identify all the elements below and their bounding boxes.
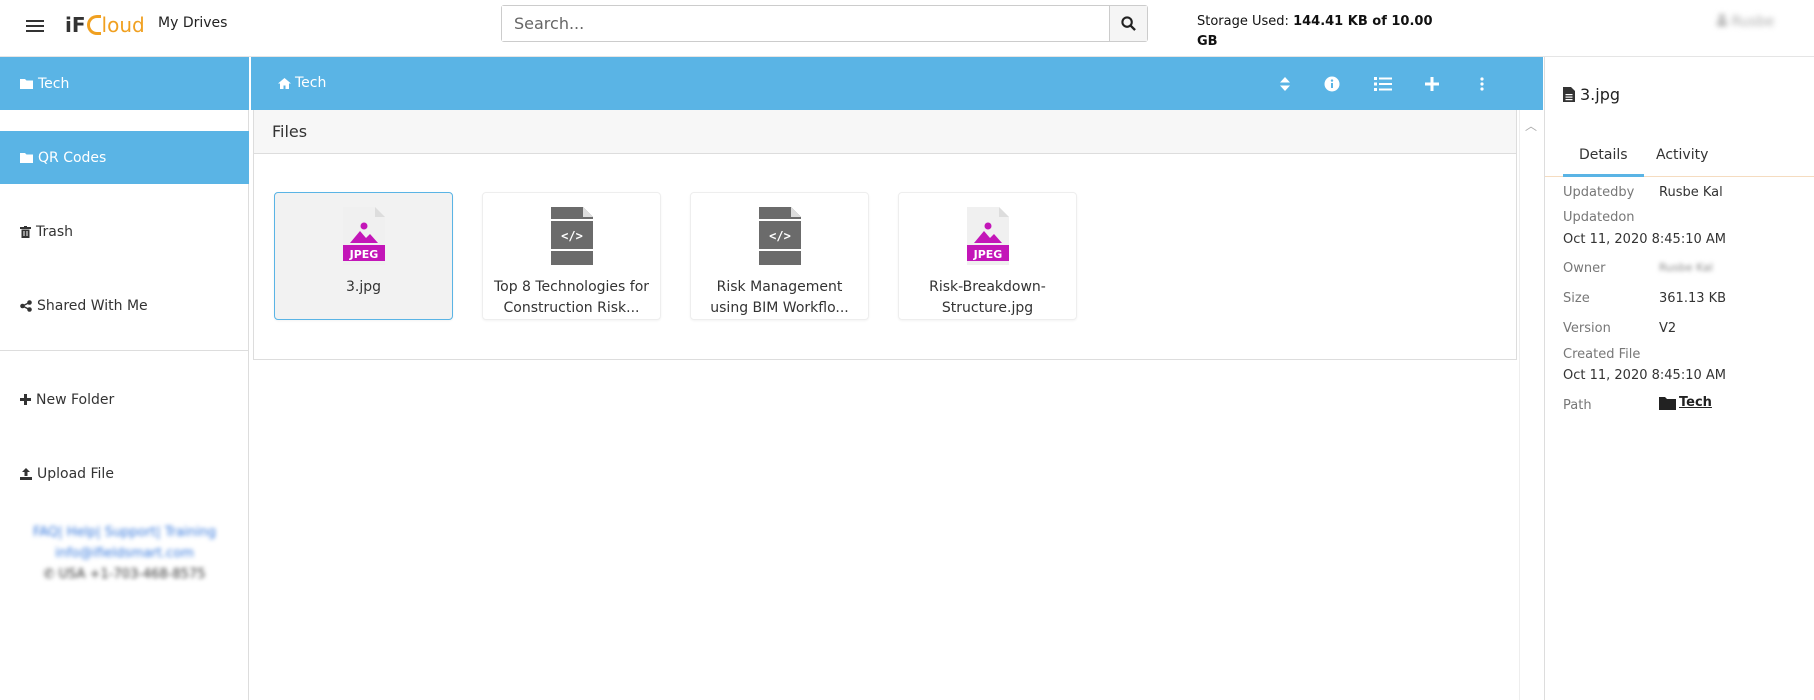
svg-text:</>: </> (769, 229, 791, 243)
search-button[interactable] (1109, 6, 1147, 41)
sort-icon[interactable] (1275, 74, 1295, 94)
support-email[interactable]: info@ifieldsmart.com (0, 543, 249, 564)
upload-icon (20, 467, 32, 480)
folder-icon (20, 153, 33, 163)
details-panel: 3.jpg Details Activity Updatedby Rusbe K… (1544, 57, 1814, 700)
details-title: 3.jpg (1563, 85, 1620, 104)
list-view-icon[interactable] (1373, 74, 1393, 94)
file-name: Risk Management using BIM Workflo... (710, 279, 849, 316)
file-tile[interactable]: JPEG 3.jpg (274, 192, 453, 320)
jpeg-file-icon: JPEG (966, 207, 1009, 265)
scrollbar[interactable] (1519, 110, 1543, 700)
file-icon (1563, 87, 1575, 102)
folder-icon (20, 79, 33, 89)
top-bar: iFloud My Drives Storage Used: 144.41 KB… (0, 0, 1814, 57)
breadcrumb[interactable]: Tech (278, 75, 326, 91)
tab-activity[interactable]: Activity (1640, 137, 1724, 177)
file-tile[interactable]: </> Risk Management using BIM Workflo... (690, 192, 869, 320)
upload-file-button[interactable]: Upload File (0, 447, 249, 500)
menu-icon[interactable] (26, 20, 44, 34)
storage-indicator: Storage Used: 144.41 KB of 10.00 GB (1197, 14, 1433, 49)
svg-text:</>: </> (561, 229, 583, 243)
sidebar-footer: FAQ| Help| Support| Training info@ifield… (0, 522, 249, 585)
sidebar-item-qr-codes[interactable]: QR Codes (0, 131, 249, 184)
help-links[interactable]: FAQ| Help| Support| Training (0, 522, 249, 543)
file-tile[interactable]: JPEG Risk-Breakdown-Structure.jpg (898, 192, 1077, 320)
user-menu[interactable]: Rusbe (1717, 14, 1774, 30)
jpeg-file-icon: JPEG (342, 207, 385, 265)
file-name: Risk-Breakdown-Structure.jpg (929, 279, 1046, 316)
phone-icon: ✆ (43, 567, 59, 582)
main-content: Tech Files ︿ JPEG 3.jpg </> Top 8 Techno… (251, 57, 1543, 700)
search-box (501, 5, 1148, 42)
path-link[interactable]: Tech (1659, 395, 1712, 410)
code-file-icon: </> (758, 207, 801, 265)
new-folder-button[interactable]: New Folder (0, 373, 249, 426)
sidebar-item-trash[interactable]: Trash (0, 205, 249, 258)
sidebar-item-shared[interactable]: Shared With Me (0, 279, 249, 332)
support-phone: ✆ USA +1-703-468-8575 (43, 567, 206, 582)
code-file-icon: </> (550, 207, 593, 265)
info-icon[interactable] (1322, 74, 1342, 94)
folder-icon (1659, 396, 1676, 410)
sidebar-divider (0, 350, 249, 351)
user-icon (1717, 14, 1727, 26)
trash-icon (20, 225, 31, 238)
home-icon (278, 77, 291, 89)
logo[interactable]: iF loud (65, 12, 145, 38)
files-section-title: Files (254, 110, 1516, 154)
scroll-up-icon[interactable]: ︿ (1525, 117, 1537, 134)
sidebar-item-tech[interactable]: Tech (0, 57, 249, 110)
search-icon (1121, 16, 1136, 31)
more-options-icon[interactable] (1472, 74, 1492, 94)
add-icon[interactable] (1422, 74, 1442, 94)
folder-toolbar: Tech (251, 57, 1543, 110)
my-drives-link[interactable]: My Drives (158, 15, 227, 31)
sidebar: Tech QR Codes Trash Shared With Me New F… (0, 57, 249, 700)
file-name: 3.jpg (345, 279, 382, 295)
tab-details[interactable]: Details (1563, 137, 1644, 177)
file-name: Top 8 Technologies for Construction Risk… (493, 279, 650, 316)
plus-icon (20, 394, 31, 405)
file-tile[interactable]: </> Top 8 Technologies for Construction … (482, 192, 661, 320)
details-tabs: Details Activity (1545, 137, 1814, 177)
svg-text:JPEG: JPEG (348, 248, 378, 261)
svg-text:JPEG: JPEG (972, 248, 1002, 261)
search-input[interactable] (502, 6, 1109, 41)
share-icon (20, 299, 32, 312)
